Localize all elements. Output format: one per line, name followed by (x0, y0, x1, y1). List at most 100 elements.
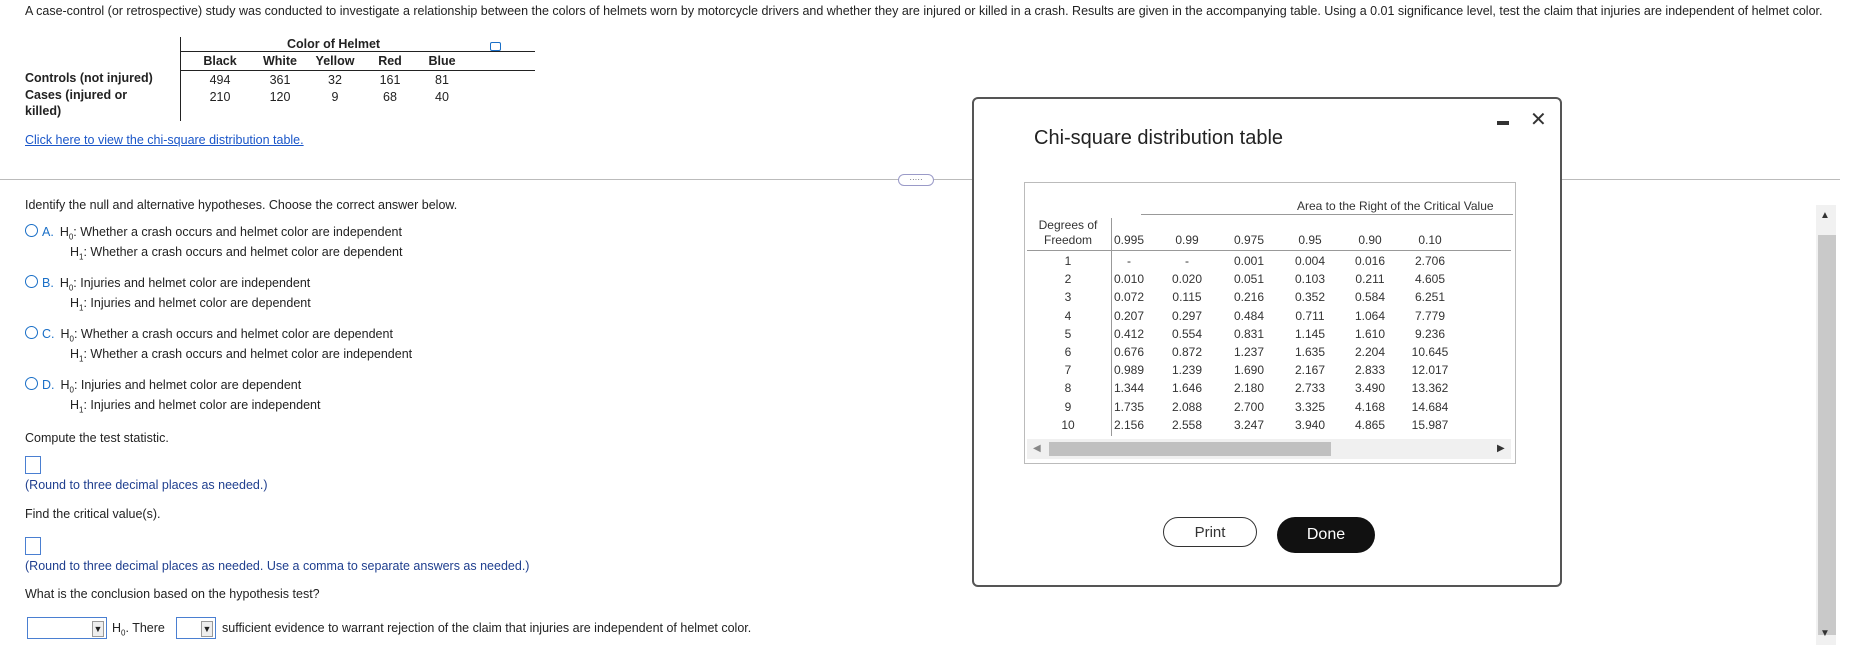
done-button[interactable]: Done (1277, 517, 1375, 553)
option-h1: H1: Whether a crash occurs and helmet co… (70, 347, 413, 364)
table-cell: 361 (269, 73, 291, 87)
chi-value-cell: 6.251 (1414, 290, 1446, 305)
table-horizontal-scrollbar[interactable]: ◀ ▶ (1027, 439, 1511, 459)
close-icon[interactable]: ✕ (1530, 107, 1547, 132)
option-h0: H0: Whether a crash occurs and helmet co… (59, 225, 402, 242)
chi-value-cell: 12.017 (1411, 363, 1449, 378)
area-header: Area to the Right of the Critical Value (1297, 199, 1494, 213)
chi-value-cell: 1.690 (1233, 363, 1265, 378)
chi-value-cell: 0.004 (1294, 254, 1326, 268)
chi-df-cell: 6 (1064, 345, 1072, 359)
round-note-critical: (Round to three decimal places as needed… (25, 559, 530, 573)
chi-df-cell: 4 (1064, 308, 1072, 323)
evidence-dropdown[interactable]: ▼ (176, 617, 216, 639)
chi-value-cell: 1.635 (1294, 345, 1326, 359)
chi-square-modal: Chi-square distribution table ✕ Area to … (972, 97, 1562, 587)
hypothesis-option[interactable]: A. H0: Whether a crash occurs and helmet … (25, 222, 402, 248)
scroll-up-icon[interactable]: ▲ (1820, 210, 1830, 221)
page-scrollbar-thumb[interactable] (1818, 235, 1836, 635)
chi-value-cell: 2.180 (1233, 381, 1265, 396)
option-h1: H1: Whether a crash occurs and helmet co… (70, 245, 403, 262)
chi-value-cell: 1.064 (1354, 308, 1386, 323)
chi-value-cell: 0.297 (1171, 308, 1203, 323)
table-cell: 68 (383, 90, 397, 104)
radio-button[interactable] (25, 224, 38, 237)
hypothesis-option[interactable]: D. H0: Injuries and helmet color are depe… (25, 375, 301, 401)
critical-value-input[interactable] (25, 537, 41, 555)
option-letter: C. (42, 327, 55, 341)
chi-value-cell: 2.088 (1171, 399, 1203, 414)
chi-value-cell: - (1127, 254, 1131, 268)
scroll-right-icon[interactable]: ▶ (1497, 443, 1505, 454)
chi-value-cell: 0.584 (1354, 290, 1386, 305)
df-header: Degrees of Freedom (1038, 218, 1098, 247)
chi-value-cell: 0.115 (1172, 290, 1202, 305)
chi-value-cell: 14.684 (1411, 399, 1449, 414)
chi-value-cell: - (1185, 254, 1189, 268)
conclusion-h0: H0. There (112, 621, 165, 638)
chevron-down-icon: ▼ (201, 621, 213, 637)
chi-column-header: 0.975 (1233, 233, 1265, 247)
chi-value-cell: 0.207 (1113, 308, 1145, 323)
chi-value-cell: 0.072 (1113, 290, 1145, 305)
print-button[interactable]: Print (1163, 517, 1257, 547)
round-note-statistic: (Round to three decimal places as needed… (25, 478, 268, 492)
scrollbar-thumb[interactable] (1049, 442, 1331, 456)
question-hypotheses: Identify the null and alternative hypoth… (25, 198, 458, 212)
option-h0: H0: Injuries and helmet color are indepe… (59, 276, 311, 293)
chi-value-cell: 4.168 (1354, 399, 1386, 414)
chi-value-cell: 0.216 (1233, 290, 1265, 305)
chi-value-cell: 0.103 (1294, 272, 1326, 287)
chi-value-cell: 0.831 (1233, 326, 1265, 341)
chi-column-header: 0.95 (1298, 233, 1322, 247)
hypothesis-option[interactable]: B. H0: Injuries and helmet color are inde… (25, 273, 310, 299)
radio-button[interactable] (25, 326, 38, 339)
chi-value-cell: 10.645 (1411, 345, 1449, 359)
decision-dropdown[interactable]: ▼ (27, 617, 107, 639)
chi-value-cell: 2.204 (1354, 345, 1386, 359)
chi-value-cell: 4.865 (1354, 417, 1386, 432)
hypothesis-option[interactable]: C. H0: Whether a crash occurs and helmet … (25, 324, 393, 350)
chi-df-cell: 5 (1064, 326, 1072, 341)
chi-value-cell: 3.325 (1294, 399, 1326, 414)
table-cell: 161 (379, 73, 401, 87)
table-cell: 120 (269, 90, 291, 104)
chi-value-cell: 3.490 (1354, 381, 1386, 396)
chi-df-cell: 8 (1064, 381, 1072, 396)
chi-value-cell: 2.706 (1414, 254, 1446, 268)
radio-button[interactable] (25, 377, 38, 390)
chi-column-header: 0.99 (1175, 233, 1199, 247)
conclusion-text: sufficient evidence to warrant rejection… (222, 621, 752, 635)
radio-button[interactable] (25, 275, 38, 288)
option-h0: H0: Whether a crash occurs and helmet co… (60, 327, 393, 344)
chi-value-cell: 2.558 (1171, 417, 1203, 432)
table-popout-icon[interactable] (490, 42, 501, 51)
chi-value-cell: 0.676 (1113, 345, 1145, 359)
chi-value-cell: 4.605 (1414, 272, 1446, 287)
chi-df-cell: 1 (1064, 254, 1072, 268)
minimize-icon[interactable] (1497, 121, 1509, 125)
scroll-down-icon[interactable]: ▼ (1820, 628, 1830, 639)
chi-value-cell: 3.247 (1233, 417, 1265, 432)
chi-value-cell: 2.167 (1294, 363, 1326, 378)
scroll-left-icon[interactable]: ◀ (1033, 443, 1041, 454)
chi-square-table: Area to the Right of the Critical Value … (1024, 182, 1516, 464)
divider-handle[interactable]: ····· (898, 174, 934, 186)
page-vertical-scrollbar[interactable]: ▲ ▼ (1816, 205, 1836, 645)
test-statistic-input[interactable] (25, 456, 41, 474)
row-label-cases: Cases (injured or killed) (25, 88, 128, 118)
chi-value-cell: 0.211 (1355, 272, 1385, 287)
table-cell: 494 (209, 73, 231, 87)
chi-value-cell: 15.987 (1411, 417, 1449, 432)
chevron-down-icon: ▼ (92, 621, 104, 637)
column-header: Blue (428, 54, 456, 68)
chi-value-cell: 3.940 (1294, 417, 1326, 432)
chi-value-cell: 0.051 (1233, 272, 1265, 287)
chi-square-table-link[interactable]: Click here to view the chi-square distri… (25, 133, 304, 147)
option-letter: B. (42, 276, 54, 290)
chi-value-cell: 13.362 (1411, 381, 1449, 396)
modal-title: Chi-square distribution table (1034, 127, 1284, 149)
option-letter: D. (42, 378, 55, 392)
table-cell: 210 (209, 90, 231, 104)
table-cell: 9 (331, 90, 339, 104)
